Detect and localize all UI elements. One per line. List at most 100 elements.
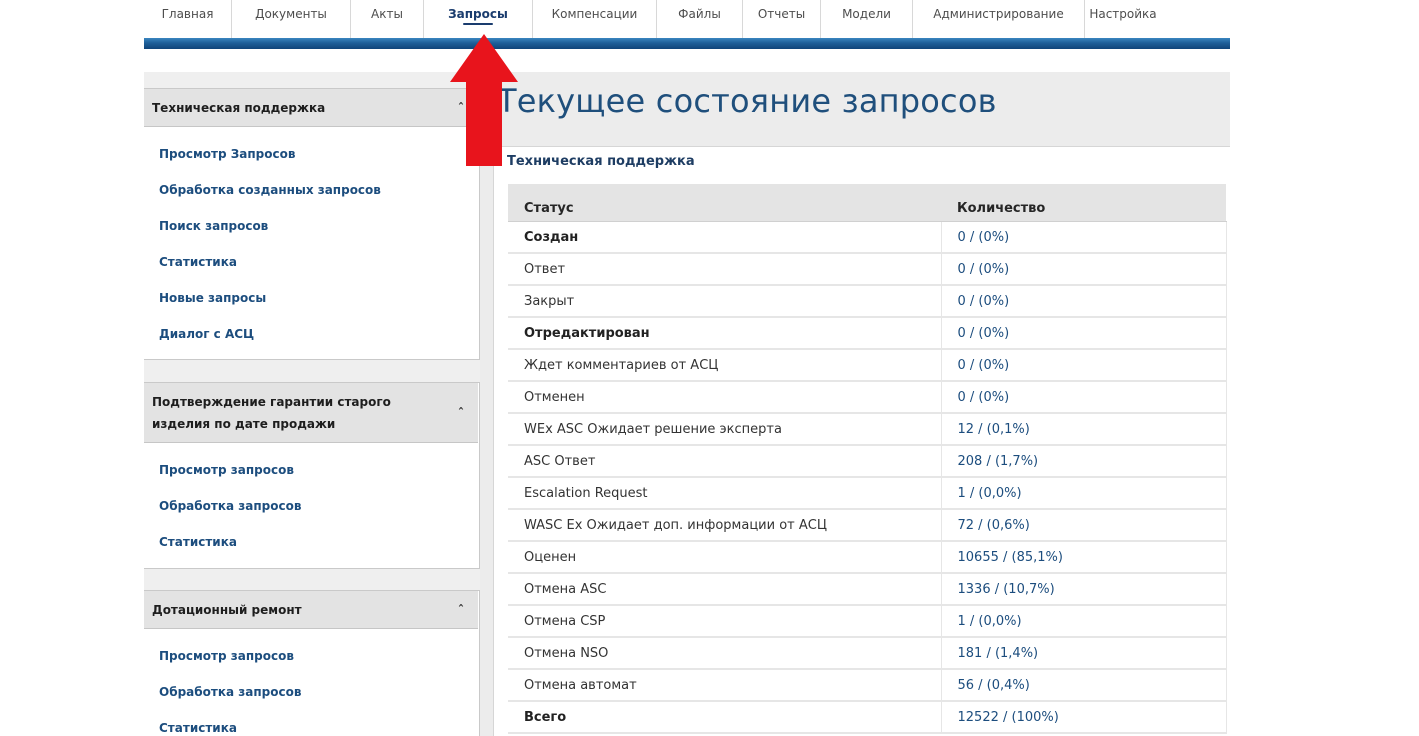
count-cell: 1 / (0,0%) bbox=[941, 605, 1227, 638]
nav-tab-8[interactable]: Администрирование bbox=[913, 0, 1085, 38]
table-row: Отменен 0 / (0%) bbox=[508, 381, 1227, 414]
arrow-shape bbox=[450, 34, 518, 166]
status-cell: Отредактирован bbox=[508, 317, 942, 350]
table-row: Отредактирован 0 / (0%) bbox=[508, 317, 1227, 350]
count-cell: 181 / (1,4%) bbox=[941, 637, 1227, 670]
nav-tab-label: Главная bbox=[161, 7, 214, 21]
count-cell: 0 / (0%) bbox=[941, 349, 1227, 382]
count-cell: 0 / (0%) bbox=[941, 221, 1227, 254]
status-cell: Отменен bbox=[508, 381, 942, 414]
count-cell: 0 / (0%) bbox=[941, 253, 1227, 286]
top-navigation: Главная Документы Акты Запросы Компенсации Фа… bbox=[144, 0, 1230, 38]
table-row: Создан 0 / (0%) bbox=[508, 221, 1227, 254]
link-search-requests[interactable]: Поиск запросов bbox=[159, 217, 469, 253]
link-new-requests[interactable]: Новые запросы bbox=[159, 289, 469, 325]
status-cell: Отмена CSP bbox=[508, 605, 942, 638]
count-cell: 1336 / (10,7%) bbox=[941, 573, 1227, 606]
link-statistics[interactable]: Статистика bbox=[159, 253, 469, 289]
nav-tab-label: Запросы bbox=[448, 7, 508, 21]
link-asc-dialog[interactable]: Диалог с АСЦ bbox=[159, 325, 469, 361]
table-row: Отмена CSP 1 / (0,0%) bbox=[508, 605, 1227, 638]
table-total-row: Всего 12522 / (100%) bbox=[508, 700, 1227, 734]
status-cell: ASC Ответ bbox=[508, 445, 942, 478]
table-row: Escalation Request 1 / (0,0%) bbox=[508, 477, 1227, 510]
nav-tab-label: Настройка bbox=[1089, 7, 1157, 21]
status-cell: Отмена NSO bbox=[508, 637, 942, 670]
nav-tab-4[interactable]: Компенсации bbox=[533, 0, 657, 38]
table-row: Отмена NSO 181 / (1,4%) bbox=[508, 637, 1227, 670]
card-title: Техническая поддержка bbox=[507, 154, 695, 169]
collapse-icon[interactable]: ˆ bbox=[458, 604, 464, 616]
nav-tab-6[interactable]: Отчеты bbox=[743, 0, 821, 38]
count-cell: 0 / (0%) bbox=[941, 317, 1227, 350]
sidebar-panel-subsidized-repair: Дотационный ремонт ˆ Просмотр запросов О… bbox=[144, 590, 480, 736]
table-row: Отмена ASC 1336 / (10,7%) bbox=[508, 573, 1227, 606]
nav-tab-3[interactable]: Запросы bbox=[424, 0, 533, 38]
link-process-requests[interactable]: Обработка запросов bbox=[159, 683, 469, 719]
link-process-created-requests[interactable]: Обработка созданных запросов bbox=[159, 181, 469, 217]
nav-tab-label: Документы bbox=[255, 7, 327, 21]
table-header-row: Статус Количество bbox=[508, 184, 1226, 222]
status-cell: Создан bbox=[508, 221, 942, 254]
nav-tab-label: Отчеты bbox=[757, 7, 806, 21]
status-cell: Всего bbox=[508, 700, 942, 734]
status-cell: Ждет комментариев от АСЦ bbox=[508, 349, 942, 382]
link-view-requests[interactable]: Просмотр запросов bbox=[159, 647, 469, 683]
count-cell: 208 / (1,7%) bbox=[941, 445, 1227, 478]
count-cell: 56 / (0,4%) bbox=[941, 669, 1227, 702]
count-cell: 1 / (0,0%) bbox=[941, 477, 1227, 510]
status-cell: WASC Ex Ожидает доп. информации от АСЦ bbox=[508, 509, 942, 542]
nav-tab-7[interactable]: Модели bbox=[821, 0, 913, 38]
link-statistics[interactable]: Статистика bbox=[159, 719, 469, 736]
table-row: Отмена автомат 56 / (0,4%) bbox=[508, 669, 1227, 702]
panel-links: Просмотр Запросов Обработка созданных за… bbox=[159, 145, 469, 361]
link-view-requests[interactable]: Просмотр Запросов bbox=[159, 145, 469, 181]
table-row: ASC Ответ 208 / (1,7%) bbox=[508, 445, 1227, 478]
panel-title: Подтверждение гарантии старого изделия п… bbox=[152, 394, 391, 431]
count-cell: 12 / (0,1%) bbox=[941, 413, 1227, 446]
status-cell: Отмена автомат bbox=[508, 669, 942, 702]
nav-tab-label: Администрирование bbox=[933, 7, 1064, 21]
table-row: Ответ 0 / (0%) bbox=[508, 253, 1227, 286]
nav-tab-5[interactable]: Файлы bbox=[657, 0, 743, 38]
red-arrow-annotation bbox=[450, 34, 518, 166]
column-header-status: Статус bbox=[508, 184, 941, 222]
panel-title: Дотационный ремонт bbox=[152, 602, 302, 617]
app-window: Главная Документы Акты Запросы Компенсации Фа… bbox=[144, 0, 1230, 736]
active-tab-indicator bbox=[463, 23, 493, 25]
status-cell: Оценен bbox=[508, 541, 942, 574]
table-row: Оценен 10655 / (85,1%) bbox=[508, 541, 1227, 574]
nav-tab-2[interactable]: Акты bbox=[351, 0, 424, 38]
sidebar-panel-warranty-confirmation: Подтверждение гарантии старого изделия п… bbox=[144, 382, 480, 569]
table-body: Создан 0 / (0%) Ответ 0 / (0%) Закрыт 0 / (0%… bbox=[508, 221, 1227, 734]
status-cell: WEx ASC Ожидает решение эксперта bbox=[508, 413, 942, 446]
count-cell: 0 / (0%) bbox=[941, 381, 1227, 414]
table-row: WEx ASC Ожидает решение эксперта 12 / (0,… bbox=[508, 413, 1227, 446]
nav-tab-9[interactable]: Настройка bbox=[1085, 0, 1161, 38]
panel-links: Просмотр запросов Обработка запросов Ста… bbox=[159, 461, 469, 569]
sidebar-panel-tech-support: Техническая поддержка ˆ Просмотр Запросо… bbox=[144, 88, 480, 360]
sidebar: Техническая поддержка ˆ Просмотр Запросо… bbox=[144, 72, 480, 736]
link-process-requests[interactable]: Обработка запросов bbox=[159, 497, 469, 533]
panel-title: Техническая поддержка bbox=[152, 100, 326, 115]
count-cell: 0 / (0%) bbox=[941, 285, 1227, 318]
nav-tab-label: Компенсации bbox=[551, 7, 638, 21]
status-cell: Отмена ASC bbox=[508, 573, 942, 606]
header-bar bbox=[144, 38, 1230, 49]
nav-tab-0[interactable]: Главная bbox=[144, 0, 232, 38]
status-cell: Escalation Request bbox=[508, 477, 942, 510]
count-cell: 12522 / (100%) bbox=[941, 700, 1227, 734]
nav-tab-1[interactable]: Документы bbox=[232, 0, 351, 38]
link-statistics[interactable]: Статистика bbox=[159, 533, 469, 569]
collapse-icon[interactable]: ˆ bbox=[458, 407, 464, 419]
nav-tab-label: Модели bbox=[842, 7, 891, 21]
nav-tab-label: Акты bbox=[371, 7, 403, 21]
table-row: Закрыт 0 / (0%) bbox=[508, 285, 1227, 318]
status-cell: Закрыт bbox=[508, 285, 942, 318]
status-table: Статус Количество Создан 0 / (0%) Ответ 0 /… bbox=[508, 184, 1227, 734]
status-cell: Ответ bbox=[508, 253, 942, 286]
link-view-requests[interactable]: Просмотр запросов bbox=[159, 461, 469, 497]
main-content: Текущее состояние запросов Техническая п… bbox=[480, 72, 1230, 736]
column-header-count: Количество bbox=[941, 184, 1226, 222]
table-row: Ждет комментариев от АСЦ 0 / (0%) bbox=[508, 349, 1227, 382]
